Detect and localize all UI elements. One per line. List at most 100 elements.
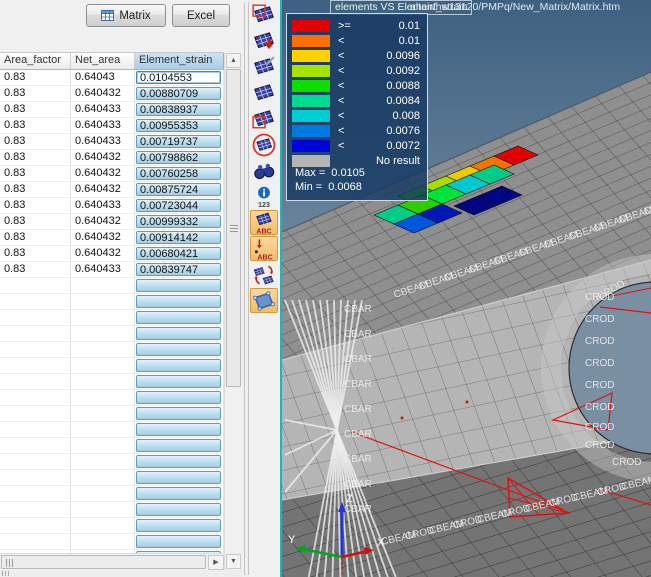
area-select-icon[interactable] (250, 288, 278, 313)
element-strain-cell[interactable] (136, 423, 221, 436)
excel-button[interactable]: Excel (172, 4, 230, 27)
svg-text:CROD: CROD (585, 402, 614, 413)
element-strain-cell[interactable] (136, 359, 221, 372)
element-strain-cell[interactable] (136, 471, 221, 484)
column-header[interactable]: Area_factor (0, 53, 71, 69)
export-button-row: Matrix Excel (0, 4, 230, 27)
table-red-select-icon[interactable] (250, 106, 278, 131)
legend-row-2: <0.0096 (287, 48, 427, 63)
table-cell: 0.640432 (71, 150, 135, 166)
element-strain-cell[interactable] (136, 439, 221, 452)
table-cell (135, 374, 224, 390)
element-strain-cell[interactable]: 0.00723044 (136, 199, 221, 212)
scroll-right-arrow-icon[interactable]: ▶ (208, 555, 224, 570)
table-header-row: Area_factorNet_areaElement_strain (0, 53, 224, 70)
table-edit-icon[interactable] (250, 54, 278, 79)
table-cell (135, 518, 224, 534)
table-cell (0, 278, 71, 294)
table-cell (71, 374, 135, 390)
table-body: 0.830.640430.01045530.830.6404320.008807… (0, 70, 224, 553)
table-cell (0, 294, 71, 310)
element-strain-cell[interactable] (136, 279, 221, 292)
table-cell: 0.640432 (71, 166, 135, 182)
element-strain-cell[interactable] (136, 519, 221, 532)
toolbar-drag-handle[interactable] (244, 2, 249, 575)
info-123-icon[interactable]: 123 (250, 184, 278, 209)
table-row (0, 454, 224, 470)
element-strain-cell[interactable] (136, 295, 221, 308)
svg-text:CROD: CROD (585, 314, 614, 325)
horizontal-scrollbar-thumb[interactable] (1, 555, 206, 569)
3d-viewport[interactable]: CRODCRODCRODCRODCRODCRODCRODCRODCBARCBAR… (280, 0, 651, 577)
resize-grip[interactable] (0, 570, 242, 577)
table-cell (135, 486, 224, 502)
table-cell (135, 342, 224, 358)
table-cell (135, 406, 224, 422)
legend-row-3: <0.0092 (287, 63, 427, 78)
table-cell: 0.00880709 (135, 86, 224, 102)
table-cell: 0.83 (0, 150, 71, 166)
element-strain-cell[interactable]: 0.00880709 (136, 87, 221, 100)
element-strain-cell[interactable] (136, 391, 221, 404)
application-window: Matrix Excel Area_factorNet_areaElement_… (0, 0, 651, 577)
table-cell (71, 406, 135, 422)
element-strain-cell[interactable] (136, 327, 221, 340)
table-row (0, 294, 224, 310)
element-strain-cell[interactable]: 0.00875724 (136, 183, 221, 196)
element-strain-cell[interactable]: 0.00838937 (136, 103, 221, 116)
element-strain-cell[interactable] (136, 455, 221, 468)
horizontal-scrollbar[interactable]: ▶ (0, 553, 224, 570)
table-plain-icon[interactable] (250, 80, 278, 105)
table-row (0, 374, 224, 390)
table-row (0, 342, 224, 358)
legend-row-7: <0.0076 (287, 123, 427, 138)
table-cell: 0.64043 (71, 70, 135, 86)
table-row: 0.830.6404330.00838937 (0, 102, 224, 118)
element-strain-cell[interactable]: 0.00999332 (136, 215, 221, 228)
table-cell: 0.83 (0, 198, 71, 214)
table-abc-labels-icon[interactable]: ABC (250, 210, 278, 235)
table-row (0, 406, 224, 422)
element-strain-cell[interactable]: 0.00798862 (136, 151, 221, 164)
element-strain-cell[interactable] (136, 375, 221, 388)
arrow-abc-labels-icon[interactable]: ABC (250, 236, 278, 261)
element-strain-cell[interactable]: 0.00680421 (136, 247, 221, 260)
scroll-down-arrow-icon[interactable]: ▼ (226, 554, 241, 569)
table-cell (71, 342, 135, 358)
column-header[interactable]: Element_strain (135, 53, 224, 69)
element-strain-cell[interactable] (136, 343, 221, 356)
element-strain-cell[interactable]: 0.00839747 (136, 263, 221, 276)
table-swap-icon[interactable] (250, 262, 278, 287)
svg-text:CROD: CROD (585, 422, 614, 433)
column-header[interactable]: Net_area (71, 53, 135, 69)
table-row: 0.830.6404330.00719737 (0, 134, 224, 150)
element-strain-cell[interactable]: 0.00719737 (136, 135, 221, 148)
scroll-up-arrow-icon[interactable]: ▲ (226, 53, 241, 68)
element-strain-cell[interactable]: 0.00955353 (136, 119, 221, 132)
svg-text:CBAR: CBAR (344, 354, 372, 365)
matrix-table-icon (101, 10, 114, 21)
element-strain-cell[interactable]: 0.00914142 (136, 231, 221, 244)
table-circle-icon[interactable] (250, 132, 278, 157)
table-cell: 0.0104553 (135, 70, 224, 86)
element-strain-cell[interactable] (136, 503, 221, 516)
table-cell: 0.83 (0, 134, 71, 150)
table-export-down-icon[interactable] (250, 28, 278, 53)
find-binoculars-icon[interactable] (250, 158, 278, 183)
table-cell (0, 310, 71, 326)
element-strain-cell[interactable] (136, 535, 221, 548)
element-strain-cell[interactable] (136, 487, 221, 500)
matrix-button[interactable]: Matrix (86, 4, 166, 27)
table-cell (0, 406, 71, 422)
element-strain-cell[interactable]: 0.0104553 (136, 71, 221, 84)
table-cell (0, 422, 71, 438)
view-toolbar: 123 ABC ABC (242, 0, 280, 577)
element-strain-cell[interactable] (136, 311, 221, 324)
svg-text:Y: Y (288, 534, 296, 546)
legend-swatch (292, 65, 330, 77)
vertical-scrollbar-thumb[interactable] (226, 69, 241, 387)
element-strain-cell[interactable] (136, 407, 221, 420)
vertical-scrollbar[interactable]: ▲ ▼ (224, 52, 241, 570)
element-strain-cell[interactable]: 0.00760258 (136, 167, 221, 180)
matrix-table-select-icon[interactable] (250, 2, 278, 27)
